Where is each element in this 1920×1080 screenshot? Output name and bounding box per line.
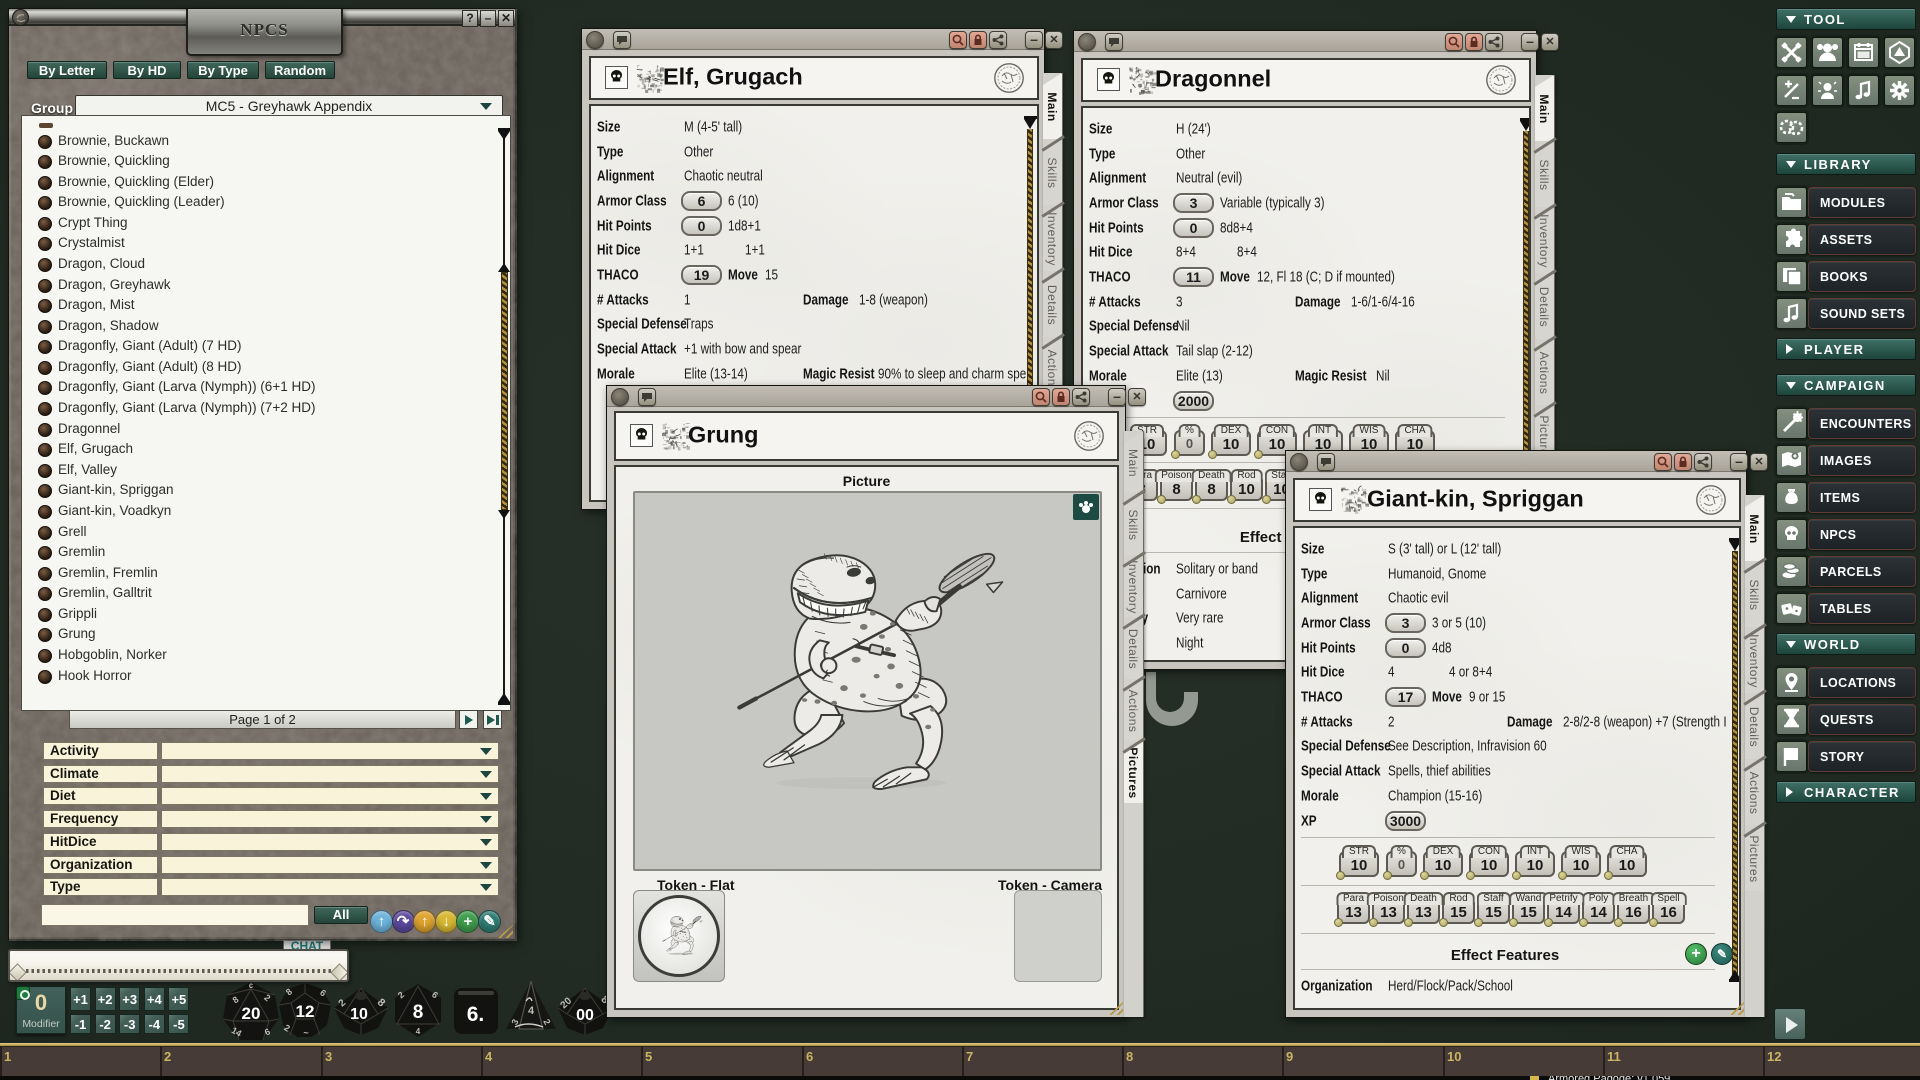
svg-text:8: 8 bbox=[413, 1002, 424, 1023]
svg-text:4: 4 bbox=[528, 1005, 535, 1017]
svg-text:00: 00 bbox=[576, 1007, 594, 1024]
svg-text:4: 4 bbox=[416, 1027, 421, 1036]
svg-text:6.: 6. bbox=[467, 1003, 485, 1026]
svg-text:12: 12 bbox=[296, 1002, 315, 1021]
svg-text:10: 10 bbox=[350, 1006, 368, 1023]
svg-text:~: ~ bbox=[303, 1028, 308, 1038]
svg-text:20: 20 bbox=[242, 1004, 261, 1023]
svg-text:c: c bbox=[249, 981, 254, 990]
